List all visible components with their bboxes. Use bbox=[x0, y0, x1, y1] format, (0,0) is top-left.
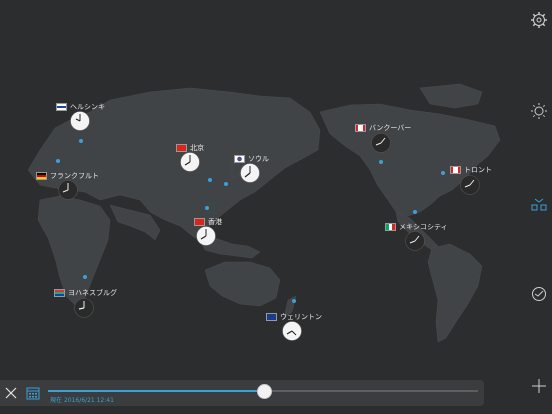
analog-clock bbox=[58, 180, 78, 200]
city-dot bbox=[56, 159, 60, 163]
flag-cn-icon bbox=[176, 144, 187, 152]
time-slider-thumb[interactable] bbox=[256, 384, 272, 399]
city-dot bbox=[413, 210, 417, 214]
flag-kr-icon bbox=[234, 155, 245, 163]
city-dot bbox=[83, 275, 87, 279]
grid-clock-icon[interactable] bbox=[530, 196, 548, 214]
time-scrubber-bar: 現在 2016/6/21 12:41 bbox=[0, 380, 484, 406]
flag-za-icon bbox=[54, 289, 65, 297]
analog-clock bbox=[371, 133, 391, 153]
analog-clock bbox=[180, 152, 200, 172]
flag-fi-icon bbox=[56, 103, 67, 111]
city-dot bbox=[224, 182, 228, 186]
analog-clock bbox=[282, 321, 302, 341]
analog-clock bbox=[240, 163, 260, 183]
city-dot bbox=[205, 206, 209, 210]
city-dot bbox=[208, 178, 212, 182]
add-city-icon[interactable] bbox=[529, 376, 549, 396]
flag-nz-icon bbox=[266, 313, 277, 321]
analog-clock bbox=[196, 226, 216, 246]
city-label: ヨハネスブルグ bbox=[54, 288, 117, 298]
gear-icon[interactable] bbox=[530, 11, 548, 29]
time-slider-fill bbox=[48, 390, 263, 392]
city-label: トロント bbox=[450, 165, 492, 175]
analog-clock bbox=[405, 231, 425, 251]
close-icon[interactable] bbox=[4, 386, 18, 400]
world-map-screen: ヘルシンキ フランクフルト 北京 ソウル 香港 ヨハネスブルグ ウェリントン バ… bbox=[0, 0, 552, 414]
current-time-label: 現在 2016/6/21 12:41 bbox=[50, 397, 114, 404]
city-dot bbox=[441, 171, 445, 175]
city-dot bbox=[79, 139, 83, 143]
analog-clock bbox=[74, 298, 94, 318]
flag-hk-icon bbox=[194, 218, 205, 226]
flag-de-icon bbox=[36, 172, 47, 180]
city-dot bbox=[379, 160, 383, 164]
world-map bbox=[27, 83, 501, 343]
analog-clock bbox=[460, 175, 480, 195]
world-clock-icon[interactable] bbox=[530, 285, 548, 303]
flag-ca-icon bbox=[355, 124, 366, 132]
city-label: バンクーバー bbox=[355, 123, 411, 133]
analog-clock bbox=[70, 111, 90, 131]
brightness-icon[interactable] bbox=[530, 102, 548, 120]
city-dot bbox=[292, 299, 296, 303]
flag-mx-icon bbox=[385, 223, 396, 231]
time-slider[interactable] bbox=[48, 384, 478, 399]
flag-ca-icon bbox=[450, 166, 461, 174]
calendar-icon[interactable] bbox=[26, 386, 40, 400]
